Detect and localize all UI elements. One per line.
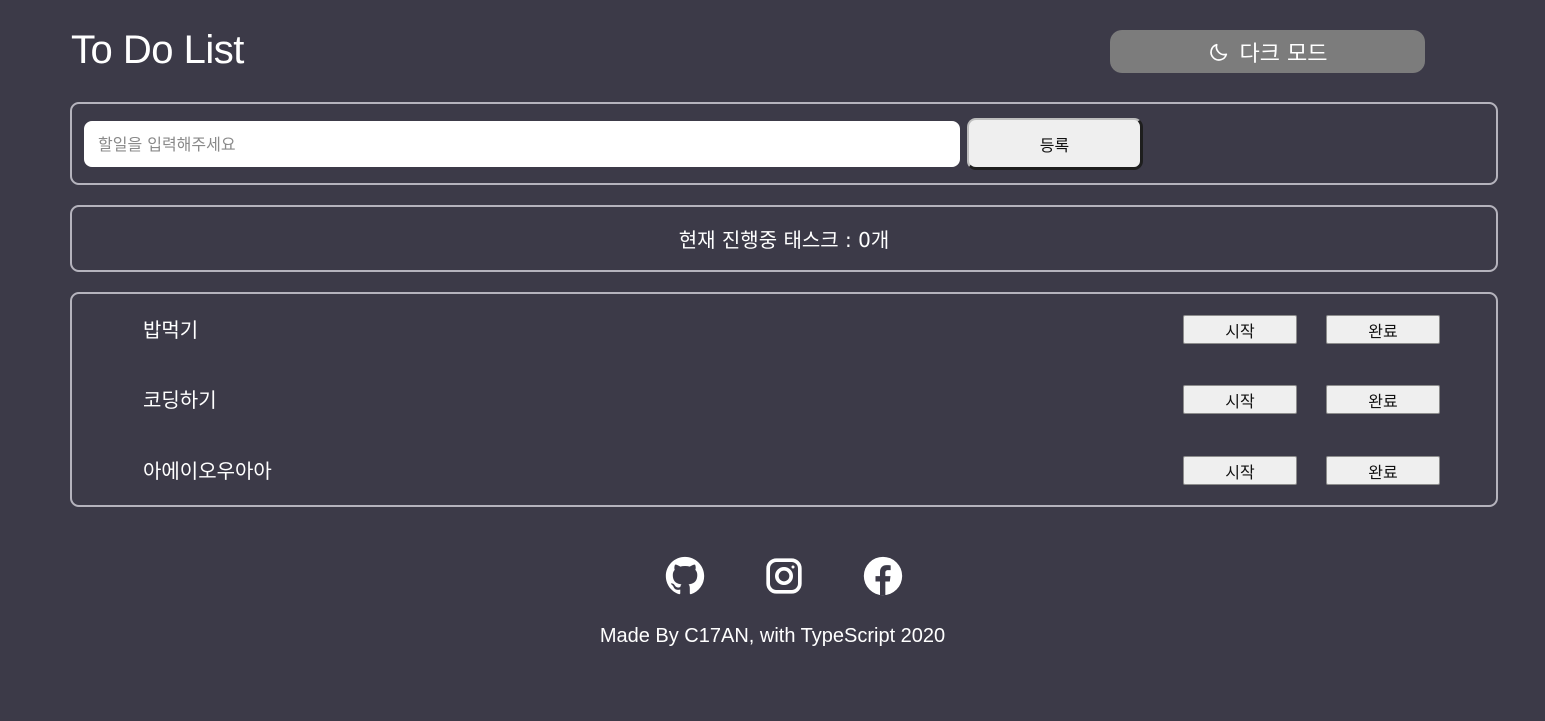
page-title: To Do List (71, 28, 244, 72)
list-item: 아에이오우아아 시작 완료 (72, 456, 1496, 486)
dark-mode-label: 다크 모드 (1239, 41, 1328, 67)
list-item: 밥먹기 시작 완료 (72, 315, 1496, 345)
complete-button[interactable]: 완료 (1326, 385, 1440, 414)
complete-button[interactable]: 완료 (1326, 315, 1440, 344)
dark-mode-toggle-button[interactable]: 다크 모드 (1110, 30, 1425, 73)
todo-list-panel: 밥먹기 시작 완료 코딩하기 시작 완료 아에이오우아아 시작 완료 (70, 292, 1498, 507)
list-item: 코딩하기 시작 완료 (72, 385, 1496, 415)
todo-input-panel: 등록 (70, 102, 1498, 185)
complete-button[interactable]: 완료 (1326, 456, 1440, 485)
in-progress-count-text: 현재 진행중 태스크 : 0개 (678, 228, 890, 252)
status-panel: 현재 진행중 태스크 : 0개 (70, 205, 1498, 272)
todo-input[interactable] (84, 121, 960, 167)
register-button[interactable]: 등록 (967, 118, 1143, 170)
start-button[interactable]: 시작 (1183, 315, 1297, 344)
facebook-icon[interactable] (863, 556, 903, 596)
start-button[interactable]: 시작 (1183, 385, 1297, 414)
todo-item-text: 코딩하기 (143, 388, 217, 412)
moon-icon (1208, 41, 1230, 63)
todo-item-text: 밥먹기 (143, 318, 199, 342)
social-links (0, 556, 1545, 598)
github-icon[interactable] (665, 556, 705, 596)
footer-credit: Made By C17AN, with TypeScript 2020 (599, 625, 946, 647)
todo-item-text: 아에이오우아아 (143, 459, 272, 483)
instagram-icon[interactable] (764, 556, 804, 596)
start-button[interactable]: 시작 (1183, 456, 1297, 485)
